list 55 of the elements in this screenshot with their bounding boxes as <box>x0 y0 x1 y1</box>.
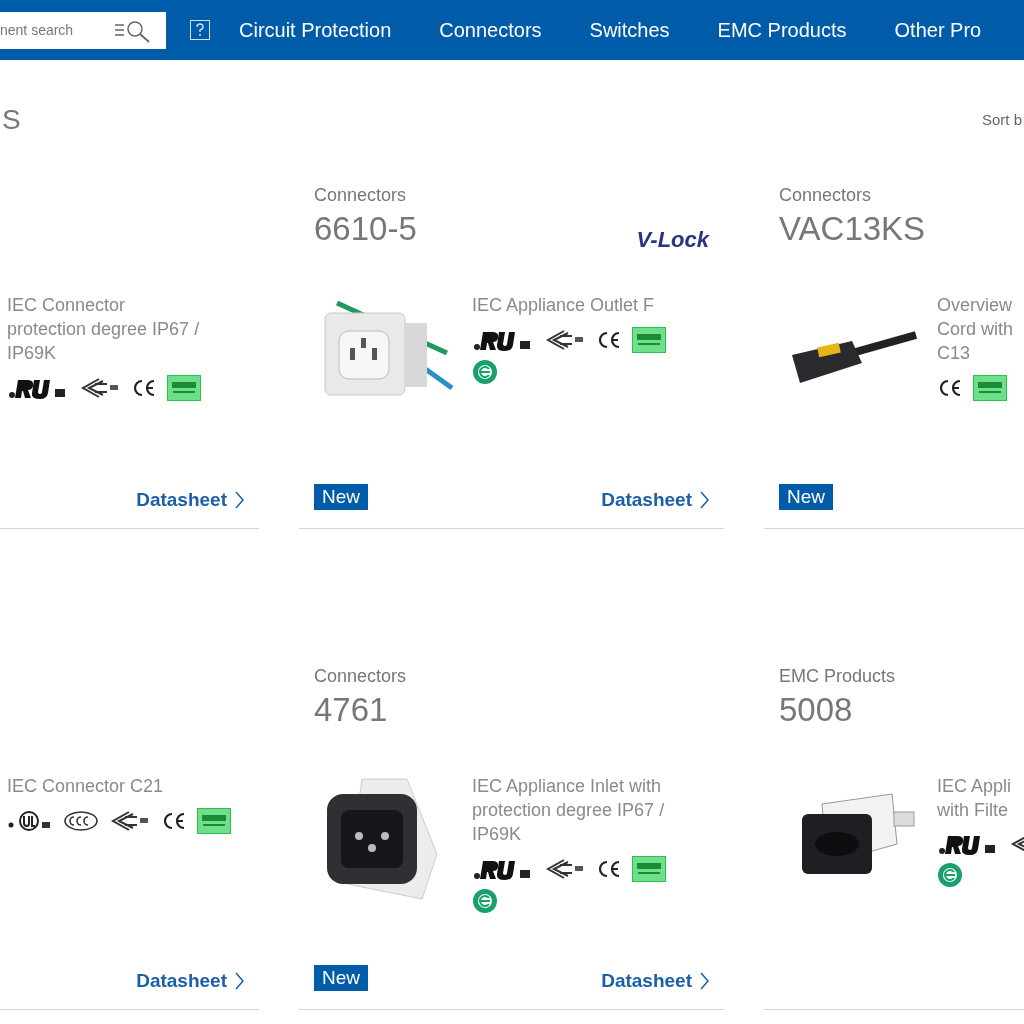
sort-label: Sort b <box>981 109 1022 130</box>
nav-link[interactable]: Circuit Protection <box>239 15 392 45</box>
rohs-label-icon <box>973 375 1007 401</box>
chevron-right-icon <box>235 491 244 509</box>
product-description: IEC Connector C21 <box>7 775 165 798</box>
ccc-mark-icon <box>63 810 99 832</box>
ce-mark-icon <box>596 859 622 879</box>
chevron-right-icon <box>700 491 709 509</box>
nav-link[interactable]: EMC Products <box>717 15 847 45</box>
datasheet-link[interactable]: Datasheet <box>601 487 709 513</box>
product-category: Connectors <box>779 184 873 207</box>
product-description: IEC Connector protection degree IP67 / IP69K <box>7 294 201 365</box>
product-category: Connectors <box>314 665 407 688</box>
datasheet-link[interactable]: Datasheet <box>136 968 244 994</box>
page-heading: S <box>2 103 21 137</box>
ce-mark-icon <box>161 811 187 831</box>
ce-mark-icon <box>131 378 157 398</box>
product-category: EMC Products <box>779 665 896 688</box>
arrow-mark-icon <box>79 377 121 399</box>
help-icon[interactable] <box>190 20 210 40</box>
product-logo: V-Lock <box>636 226 709 254</box>
ce-mark-icon <box>596 330 622 350</box>
product-number: 6610-5 <box>314 209 417 249</box>
product-number: 4761 <box>314 690 389 730</box>
chevron-right-icon <box>235 972 244 990</box>
new-badge: New <box>314 484 368 510</box>
e-circle-icon <box>472 888 498 914</box>
product-description: IEC Appli with Filte <box>937 775 1013 822</box>
arrow-mark-icon <box>544 858 586 880</box>
product-category: Connectors <box>314 184 408 207</box>
product-number: VAC13KS <box>779 209 926 249</box>
search-icon[interactable] <box>114 18 152 43</box>
product-description: Overview Cord with C13 <box>937 294 1014 365</box>
nav-link[interactable]: Connectors <box>439 15 542 45</box>
chevron-right-icon <box>700 972 709 990</box>
arrow-mark-icon <box>544 329 586 351</box>
rohs-label-icon <box>167 375 201 401</box>
arrow-mark-icon <box>109 810 151 832</box>
nav-link[interactable]: Switches <box>589 15 670 45</box>
search-field[interactable]: nent search <box>0 11 166 49</box>
e-circle-icon <box>937 862 963 888</box>
approval-mark-icon <box>7 810 53 832</box>
ce-mark-icon <box>937 378 963 398</box>
new-badge: New <box>314 965 368 991</box>
product-description: IEC Appliance Outlet F <box>472 294 656 317</box>
datasheet-link[interactable]: Datasheet <box>136 487 244 513</box>
rohs-label-icon <box>632 856 666 882</box>
rohs-label-icon <box>197 808 231 834</box>
datasheet-link[interactable]: Datasheet <box>601 968 709 994</box>
nav-link[interactable]: Other Pro <box>894 15 982 45</box>
product-description: IEC Appliance Inlet with protection degree IP67 / IP69K <box>472 775 666 846</box>
new-badge: New <box>779 484 833 510</box>
product-number: 5008 <box>779 690 854 730</box>
e-circle-icon <box>472 359 498 385</box>
rohs-label-icon <box>632 327 666 353</box>
